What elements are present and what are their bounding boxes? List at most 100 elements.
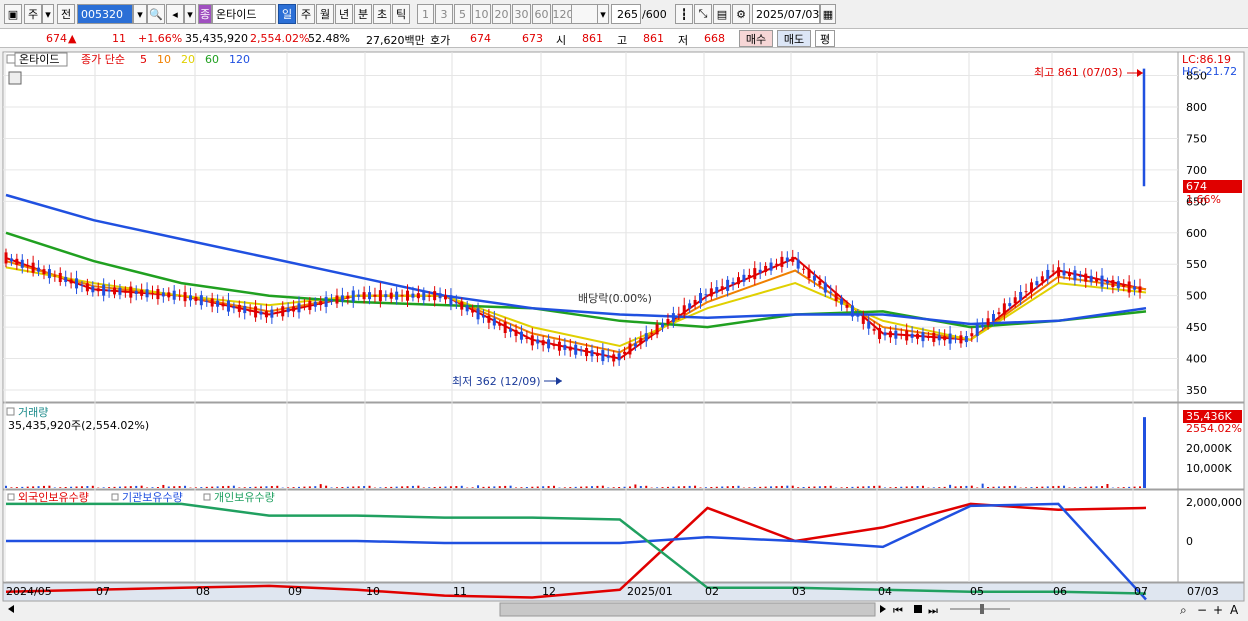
x-axis-label: 2024/05 (6, 585, 52, 598)
stop-icon[interactable] (914, 605, 922, 613)
volume-bar (949, 484, 952, 488)
grid-icon[interactable] (8, 71, 22, 85)
candle-body (150, 293, 154, 295)
minus-icon[interactable]: − (1197, 603, 1207, 617)
candle-body (867, 321, 871, 329)
volume-bar (254, 486, 257, 488)
line-tool-icon[interactable]: ⤡ (694, 4, 712, 24)
chart-layout-icon[interactable]: ▣ (4, 4, 22, 24)
period-tab[interactable]: 분 (354, 4, 372, 24)
candle-body (671, 313, 675, 323)
candle-body (807, 268, 811, 278)
scroll-left-icon[interactable] (8, 605, 14, 613)
candle-body (1013, 297, 1017, 304)
save-icon[interactable]: ▤ (713, 4, 731, 24)
x-axis-label: 09 (288, 585, 302, 598)
period-tab[interactable]: 일 (278, 4, 296, 24)
dividend-annotation: 배당락(0.00%) (578, 292, 652, 305)
chevron-down-icon[interactable]: ▾ (42, 4, 54, 24)
volume-bar (840, 487, 843, 488)
sell-button[interactable]: 매도 (777, 30, 811, 47)
legend-checkbox[interactable] (7, 493, 15, 501)
candle-body (557, 341, 561, 351)
quote-change: 11 (112, 32, 126, 45)
candle-body (134, 290, 138, 294)
volume-bar (260, 486, 263, 488)
interval-button[interactable]: 30 (512, 4, 531, 24)
interval-button[interactable]: 5 (454, 4, 471, 24)
chevron-down-icon[interactable]: ▾ (133, 4, 147, 24)
volume-bar (1133, 486, 1136, 488)
forward-icon[interactable]: ⏭ (928, 604, 938, 617)
stock-name-tag: 온타이드 (19, 53, 59, 66)
candle-body (9, 258, 13, 262)
speaker-icon[interactable]: ◂ (166, 4, 184, 24)
interval-button[interactable]: 10 (472, 4, 491, 24)
candle-body (243, 306, 247, 314)
legend-checkbox[interactable] (203, 493, 211, 501)
volume-bar (504, 485, 507, 488)
holdings-legend-item: 외국인보유수량 (18, 491, 89, 504)
candle-body (818, 280, 822, 285)
period-tab[interactable]: 년 (335, 4, 353, 24)
stock-code-input[interactable]: 005320 (77, 4, 133, 24)
candle-body (1122, 284, 1126, 287)
chevron-down-icon[interactable]: ▾ (184, 4, 196, 24)
chevron-down-icon[interactable]: ▾ (597, 4, 609, 24)
period-tab[interactable]: 월 (316, 4, 334, 24)
volume-bar (759, 486, 762, 488)
interval-button[interactable]: 3 (435, 4, 453, 24)
volume-bar (1068, 487, 1071, 488)
interval-button[interactable]: 20 (492, 4, 511, 24)
date-input[interactable]: 2025/07/03 (752, 4, 820, 24)
chart-area[interactable]: 85080075070065060055050045040035020,000K… (0, 50, 1248, 621)
candle-body (297, 303, 301, 313)
interval-button[interactable]: 60 (532, 4, 551, 24)
candle-body (140, 289, 144, 296)
volume-bar (894, 487, 897, 488)
scrollbar-thumb[interactable] (499, 602, 876, 617)
legend-checkbox[interactable] (111, 493, 119, 501)
rewind-icon[interactable]: ⏮ (893, 604, 903, 617)
candle-body (156, 289, 160, 300)
plus-icon[interactable]: + (1213, 603, 1223, 617)
volume-bar (363, 486, 366, 488)
candle-body (780, 256, 784, 267)
candle-body (774, 263, 778, 265)
interval-button[interactable]: 1 (417, 4, 434, 24)
volume-bar (471, 487, 474, 488)
volume-bar (80, 486, 83, 488)
period-tab[interactable]: 틱 (392, 4, 410, 24)
period-tab[interactable]: 초 (373, 4, 391, 24)
last-price-value: 674 (1186, 180, 1207, 193)
zoom-search-icon[interactable]: ⌕ (1180, 603, 1187, 617)
volume-bar (129, 486, 132, 488)
search-icon[interactable]: 🔍 (147, 4, 165, 24)
low-label: 저 (678, 34, 689, 47)
avg-button[interactable]: 평 (815, 30, 835, 47)
quote-amount: 27,620백만 (366, 34, 425, 47)
volume-axis-tick: 10,000K (1186, 462, 1232, 475)
buy-button[interactable]: 매수 (739, 30, 773, 47)
zoom-slider-handle[interactable] (980, 604, 984, 614)
volume-bar (32, 486, 35, 488)
candle-body (644, 333, 648, 342)
scroll-right-icon[interactable] (880, 605, 886, 613)
candle-icon[interactable]: ┇ (675, 4, 693, 24)
type-select[interactable]: 전 (57, 4, 75, 24)
volume-bar (341, 487, 344, 488)
volume-bar (433, 487, 436, 488)
candle-body (552, 345, 556, 347)
candle-body (661, 323, 665, 328)
gear-icon[interactable]: ⚙ (732, 4, 750, 24)
data-count-input[interactable]: 265 (611, 4, 641, 24)
volume-bar (243, 487, 246, 488)
market-select[interactable]: 주 (24, 4, 42, 24)
period-tab[interactable]: 주 (297, 4, 315, 24)
volume-bar (417, 485, 420, 488)
interval-custom-input[interactable] (571, 4, 599, 24)
candle-body (107, 289, 111, 292)
ma-legend-item: 5 (140, 53, 147, 66)
calendar-icon[interactable]: ▦ (820, 4, 836, 24)
font-size-icon[interactable]: A (1230, 603, 1239, 617)
